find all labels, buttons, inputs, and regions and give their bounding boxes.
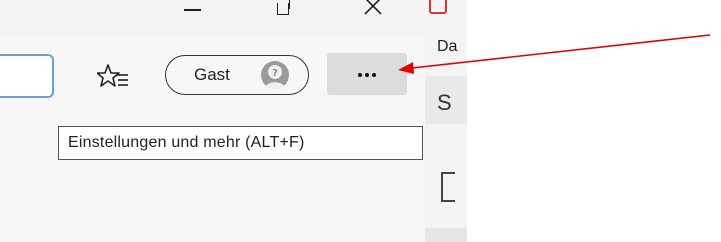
annotation-arrow xyxy=(398,34,711,74)
arrow-head-icon xyxy=(398,62,414,74)
